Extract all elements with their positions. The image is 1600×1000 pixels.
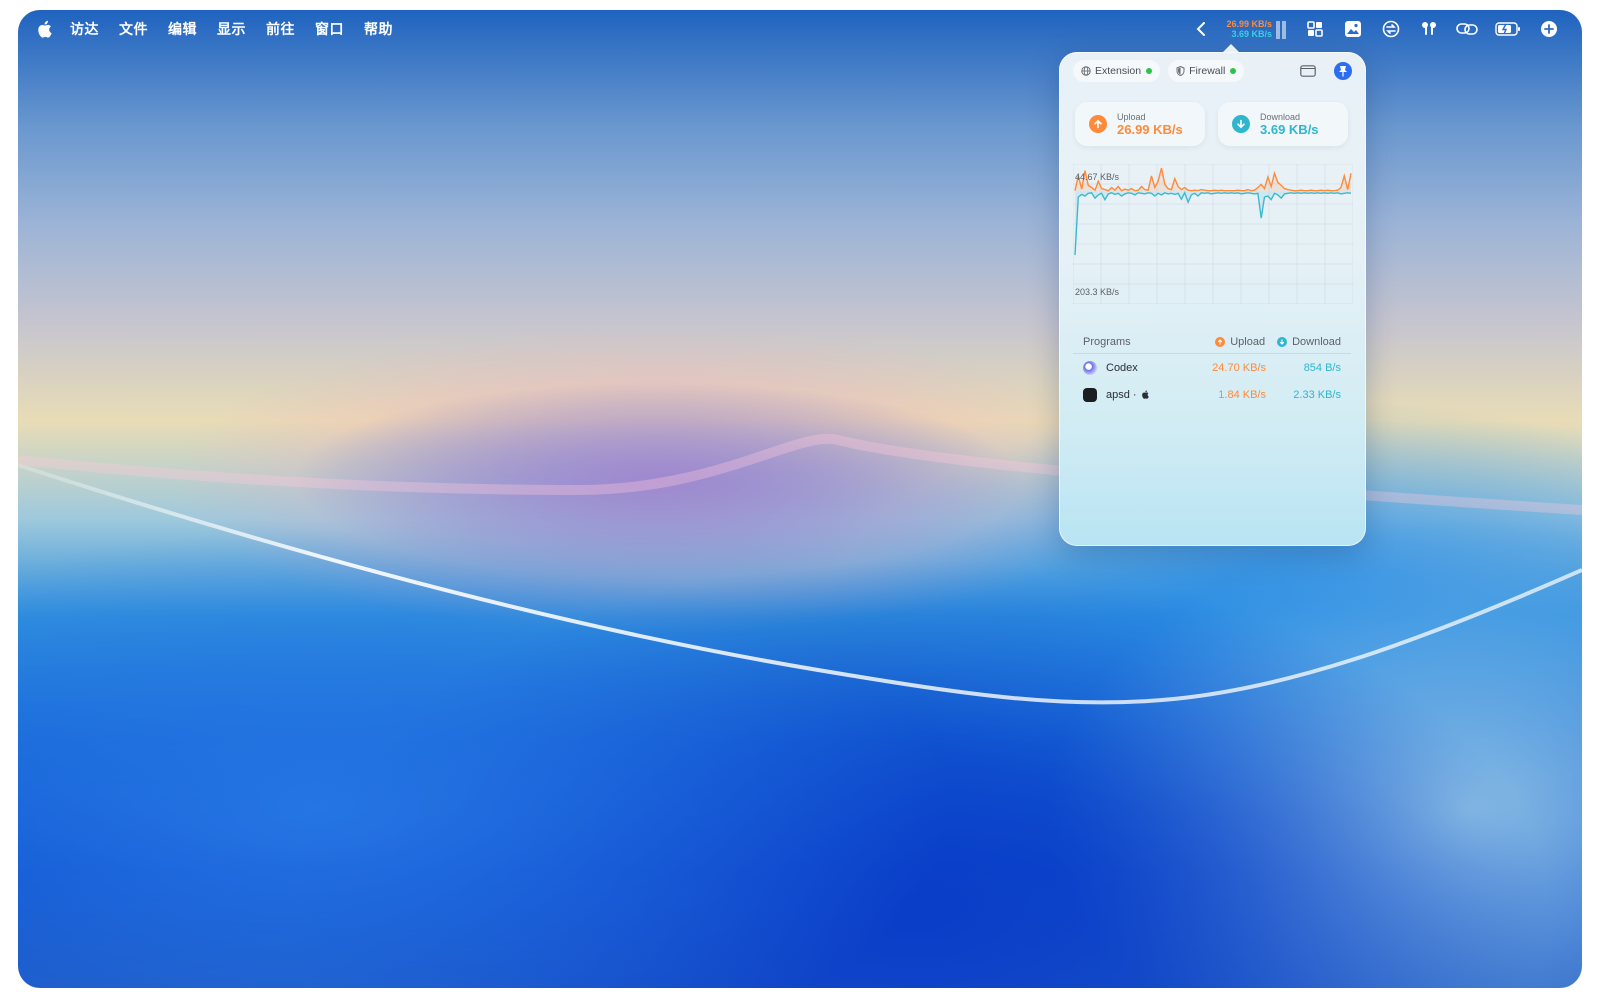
programs-header-label: Programs xyxy=(1083,335,1131,348)
download-stat-card: Download 3.69 KB/s xyxy=(1218,102,1348,146)
control-center-icon[interactable] xyxy=(1538,18,1560,40)
program-name-cell: apsd · xyxy=(1083,387,1196,402)
network-bars-icon[interactable] xyxy=(1276,19,1288,39)
upload-stat-value: 26.99 KB/s xyxy=(1117,121,1183,137)
window-icon[interactable] xyxy=(1300,65,1316,77)
download-stat-value: 3.69 KB/s xyxy=(1260,121,1319,137)
download-arrow-icon xyxy=(1232,115,1250,133)
netspeed-download: 3.69 KB/s xyxy=(1231,29,1272,39)
battery-icon[interactable] xyxy=(1494,18,1522,40)
network-monitor-popover: Extension Firewall Upload 26.99 KB/s Dow… xyxy=(1059,44,1366,546)
program-name: apsd · xyxy=(1106,388,1137,401)
upload-dot-icon xyxy=(1215,336,1226,347)
menu-window[interactable]: 窗口 xyxy=(315,19,344,39)
sync-icon[interactable] xyxy=(1380,18,1402,40)
link-icon[interactable] xyxy=(1456,18,1478,40)
extension-status-dot xyxy=(1146,68,1153,74)
program-download: 2.33 KB/s xyxy=(1293,388,1341,401)
firewall-label: Firewall xyxy=(1189,65,1226,77)
upload-column-label: Upload xyxy=(1230,335,1266,348)
codex-app-icon xyxy=(1083,360,1097,375)
chart-top-label: 44.67 KB/s xyxy=(1075,172,1120,182)
download-column-label: Download xyxy=(1292,335,1341,348)
traffic-chart: 44.67 KB/s 203.3 KB/s xyxy=(1072,163,1354,305)
upload-column-header[interactable]: Upload xyxy=(1215,336,1265,348)
extension-chip[interactable]: Extension xyxy=(1073,60,1161,82)
photos-icon[interactable] xyxy=(1342,18,1364,40)
menu-bar: 访达 文件 编辑 显示 前往 窗口 帮助 26.99 KB/s 3.69 KB/… xyxy=(18,10,1582,48)
popover-caret xyxy=(1223,44,1239,52)
download-stat-label: Download xyxy=(1260,111,1301,122)
menu-view[interactable]: 显示 xyxy=(217,19,246,39)
download-dot-icon xyxy=(1277,336,1288,347)
screenshot-icon[interactable] xyxy=(1304,18,1326,40)
program-name-cell: Codex xyxy=(1083,360,1196,375)
upload-stat-label: Upload xyxy=(1117,111,1146,122)
globe-icon xyxy=(1081,66,1091,76)
firewall-status-dot xyxy=(1230,68,1237,74)
program-upload: 1.84 KB/s xyxy=(1218,388,1266,401)
upload-stat-card: Upload 26.99 KB/s xyxy=(1075,102,1205,146)
chevron-left-icon[interactable] xyxy=(1190,18,1212,40)
pin-button[interactable] xyxy=(1334,62,1352,80)
menu-file[interactable]: 文件 xyxy=(119,19,148,39)
terminal-app-icon xyxy=(1083,387,1097,402)
program-download: 854 B/s xyxy=(1303,361,1341,374)
menu-edit[interactable]: 编辑 xyxy=(168,19,197,39)
airpods-icon[interactable] xyxy=(1418,18,1440,40)
menu-finder[interactable]: 访达 xyxy=(70,19,99,39)
extension-label: Extension xyxy=(1095,65,1142,77)
shield-icon xyxy=(1176,66,1185,76)
menu-go[interactable]: 前往 xyxy=(266,19,295,39)
netspeed-upload: 26.99 KB/s xyxy=(1226,19,1272,29)
download-column-header[interactable]: Download xyxy=(1277,336,1341,348)
program-row-apsd[interactable]: apsd · 1.84 KB/s 2.33 KB/s xyxy=(1073,381,1351,408)
chart-bottom-label: 203.3 KB/s xyxy=(1075,287,1120,297)
program-name: Codex xyxy=(1106,361,1138,374)
apple-logo-icon xyxy=(1141,390,1149,399)
program-upload: 24.70 KB/s xyxy=(1212,361,1266,374)
firewall-chip[interactable]: Firewall xyxy=(1168,60,1245,82)
status-tray: 26.99 KB/s 3.69 KB/s xyxy=(1174,10,1560,48)
traffic-chart-svg xyxy=(1072,163,1354,305)
programs-table: Programs Upload Download Codex 24.70 KB/… xyxy=(1073,330,1351,408)
program-row-codex[interactable]: Codex 24.70 KB/s 854 B/s xyxy=(1073,354,1351,381)
pin-icon xyxy=(1339,66,1347,77)
netspeed-indicator[interactable]: 26.99 KB/s 3.69 KB/s xyxy=(1226,19,1272,39)
upload-arrow-icon xyxy=(1089,115,1107,133)
apple-logo-icon[interactable] xyxy=(36,20,52,38)
menu-help[interactable]: 帮助 xyxy=(364,19,393,39)
popover-toolbar: Extension Firewall xyxy=(1073,60,1352,82)
programs-header: Programs Upload Download xyxy=(1073,330,1351,354)
